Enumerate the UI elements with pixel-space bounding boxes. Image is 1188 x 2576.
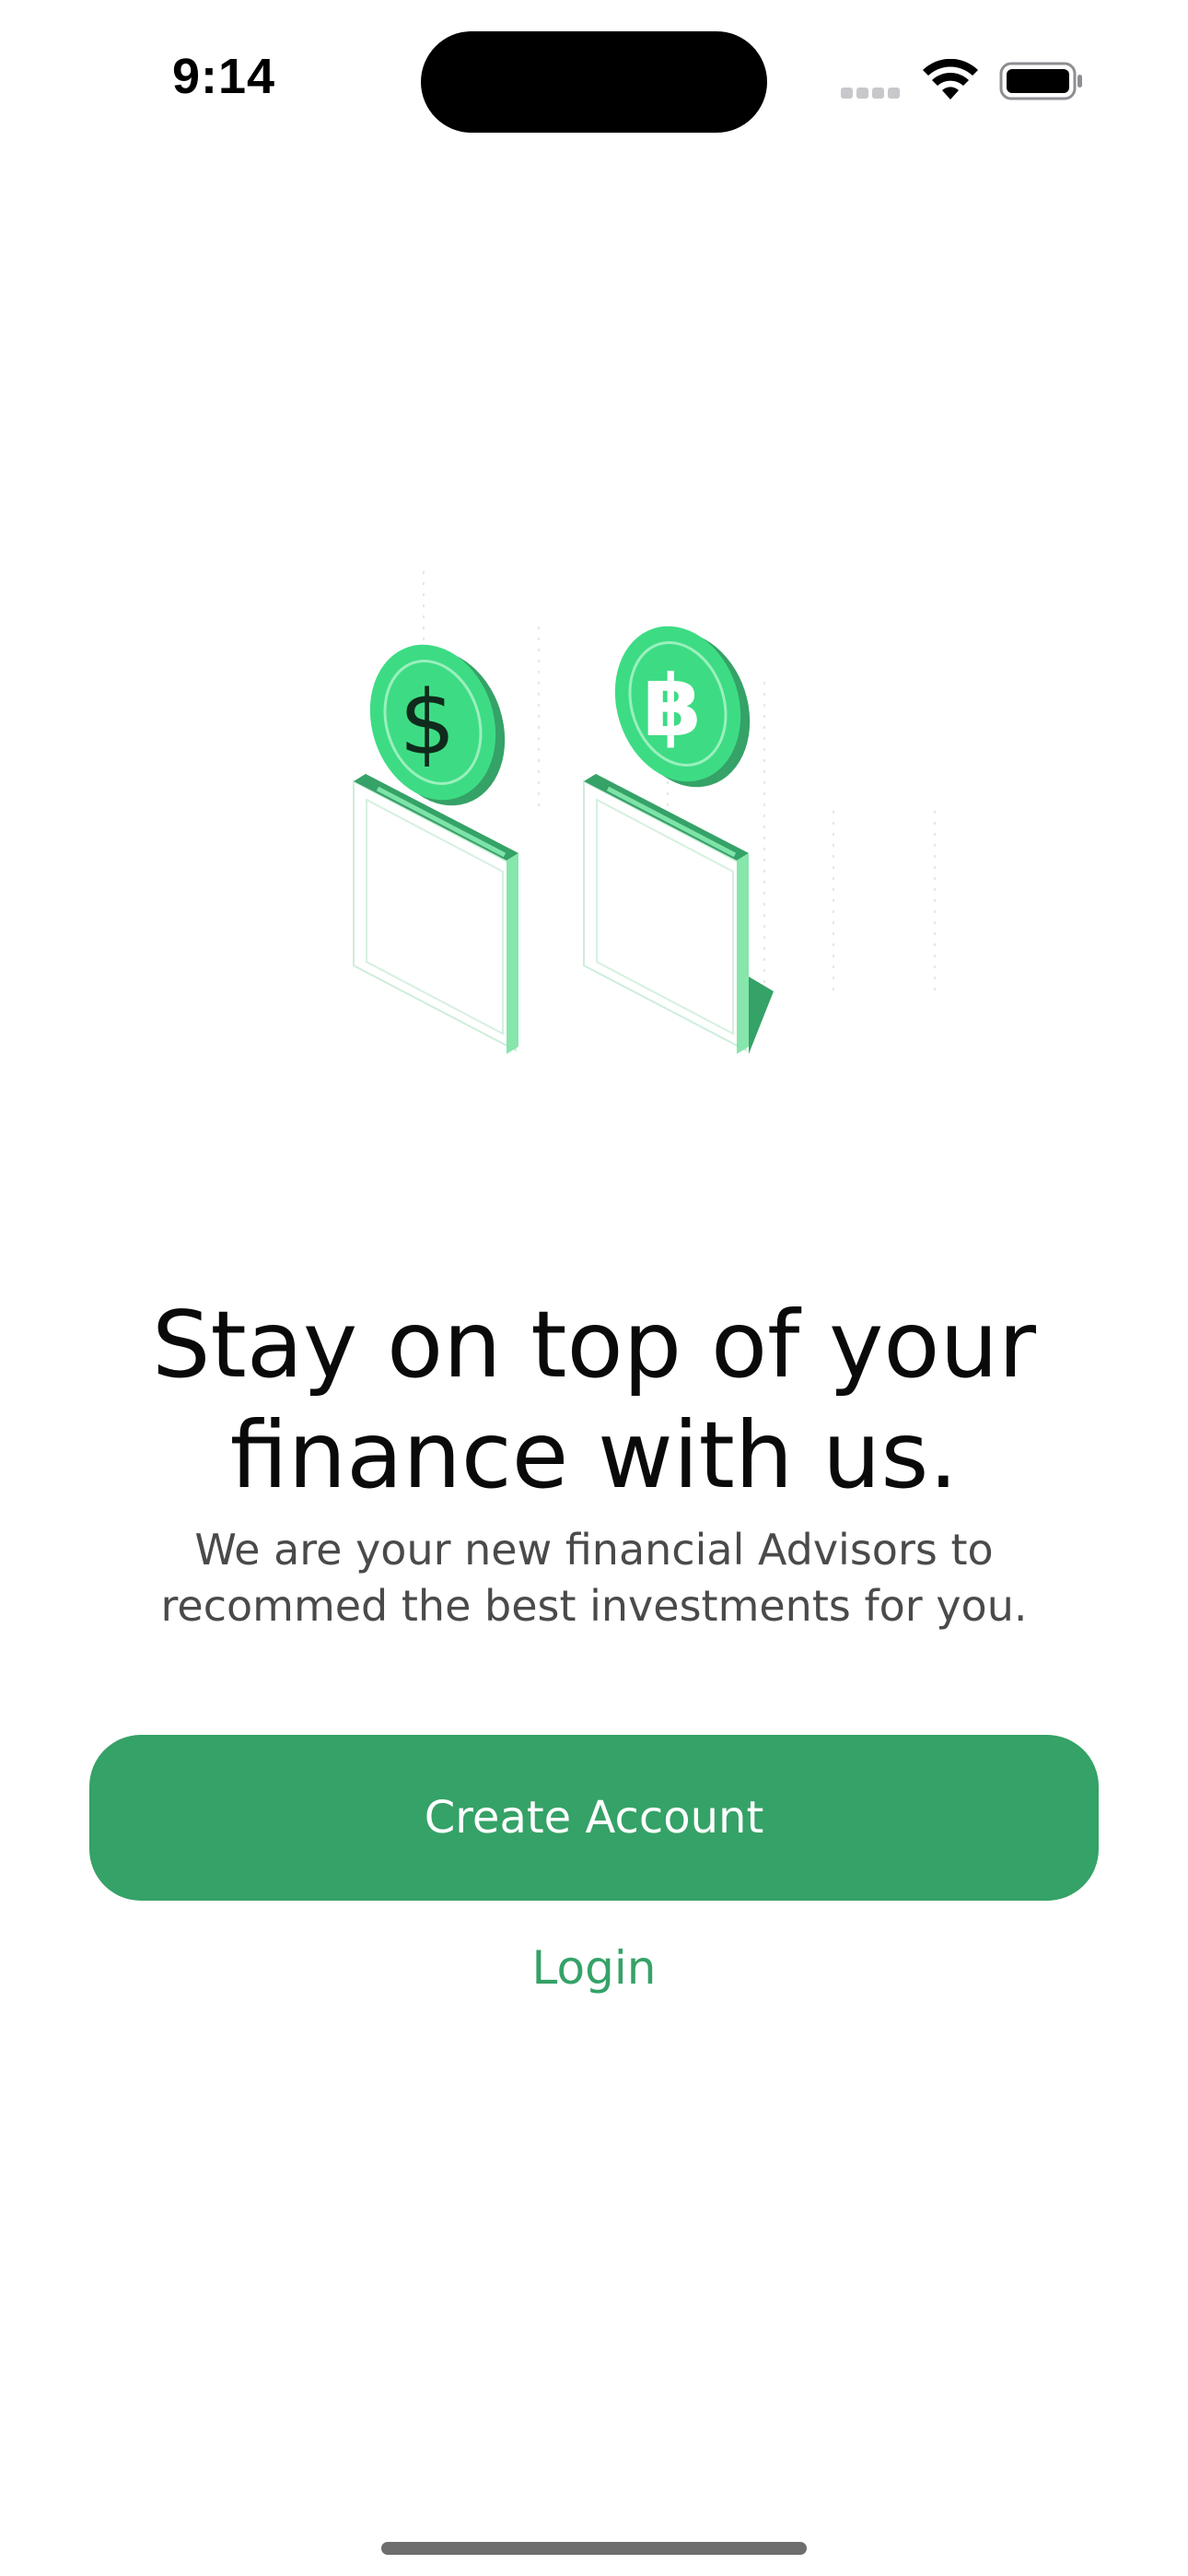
battery-icon [999,62,1082,100]
create-account-button[interactable]: Create Account [89,1735,1099,1901]
right-box [583,774,774,1054]
status-bar: 9:14 [0,0,1188,157]
dynamic-island [421,31,767,133]
svg-text:฿: ฿ [643,657,702,755]
cellular-signal-icon [841,85,905,99]
status-time: 9:14 [171,49,276,104]
left-box [353,774,518,1054]
wifi-icon [923,59,978,100]
page-title: Stay on top of your finance with us. [152,1291,1036,1509]
login-link[interactable]: Login [410,1931,778,2005]
home-indicator[interactable] [381,2542,807,2555]
bitcoin-coin-icon: ฿ [614,626,751,788]
subtitle-text: We are your new financial Advisors to re… [160,1525,1028,1631]
finance-illustration: $ ฿ [353,571,936,1054]
svg-text:$: $ [399,672,455,775]
